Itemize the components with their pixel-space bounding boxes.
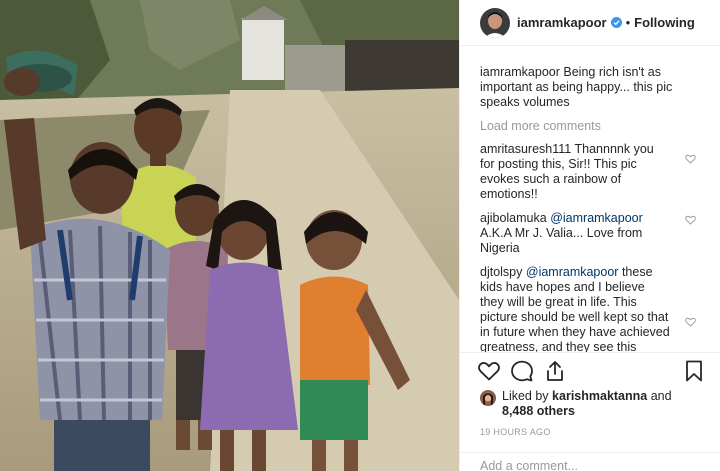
caption-username[interactable]: iamramkapoor: [480, 65, 560, 79]
post-photo[interactable]: [0, 0, 459, 471]
header-username[interactable]: iamramkapoor: [517, 15, 607, 30]
heart-icon: [478, 361, 500, 380]
comment-username[interactable]: ajibolamuka: [480, 211, 547, 225]
children-selfie-photo: [0, 0, 459, 471]
comment-mention[interactable]: @iamramkapoor: [550, 211, 643, 225]
comment-button[interactable]: [510, 359, 534, 383]
post-actions-bar: [460, 352, 720, 388]
load-more-comments-link[interactable]: Load more comments: [480, 119, 700, 133]
liker-avatar[interactable]: [480, 390, 496, 406]
comment-username[interactable]: amritasuresh111: [480, 142, 571, 156]
add-comment-input[interactable]: Add a comment...: [460, 452, 720, 471]
share-button[interactable]: [543, 359, 567, 383]
comment-text: A.K.A Mr J. Valia... Love from Nigeria: [480, 226, 643, 255]
bookmark-icon: [686, 360, 702, 382]
comment-item: djtolspy @iamramkapoor these kids have h…: [480, 265, 700, 352]
comment-icon: [511, 360, 533, 381]
comment-item: ajibolamuka @iamramkapoor A.K.A Mr J. Va…: [480, 211, 700, 256]
likes-summary: Liked by karishmaktanna and 8,488 others: [480, 389, 710, 419]
post-timestamp[interactable]: 19 HOURS AGO: [480, 427, 551, 437]
header-separator: •: [625, 15, 631, 30]
like-button[interactable]: [477, 359, 501, 383]
likes-others-link[interactable]: 8,488 others: [502, 404, 575, 418]
likes-prefix: Liked by: [502, 389, 549, 403]
comment-like-heart-icon[interactable]: [685, 215, 696, 225]
comment-like-heart-icon[interactable]: [685, 317, 696, 327]
comments-list[interactable]: iamramkapoor Being rich isn't as importa…: [460, 46, 720, 352]
save-button[interactable]: [682, 359, 706, 383]
comment-username[interactable]: djtolspy: [480, 265, 522, 279]
liker-username[interactable]: karishmaktanna: [552, 389, 647, 403]
post-header: iamramkapoor • Following: [460, 0, 720, 46]
liker-avatar-image: [480, 390, 496, 406]
avatar[interactable]: [480, 7, 510, 38]
following-button[interactable]: Following: [634, 15, 695, 30]
post-sidebar: iamramkapoor • Following iamramkapoor Be…: [459, 0, 720, 471]
user-avatar-image: [480, 7, 510, 38]
post-caption: iamramkapoor Being rich isn't as importa…: [480, 65, 700, 110]
comment-mention[interactable]: @iamramkapoor: [526, 265, 619, 279]
share-icon: [547, 360, 563, 381]
comment-like-heart-icon[interactable]: [685, 154, 696, 164]
likes-conj: and: [650, 389, 672, 403]
verified-badge-icon: [610, 17, 622, 28]
comment-item: amritasuresh111 Thannnnk you for posting…: [480, 142, 700, 202]
